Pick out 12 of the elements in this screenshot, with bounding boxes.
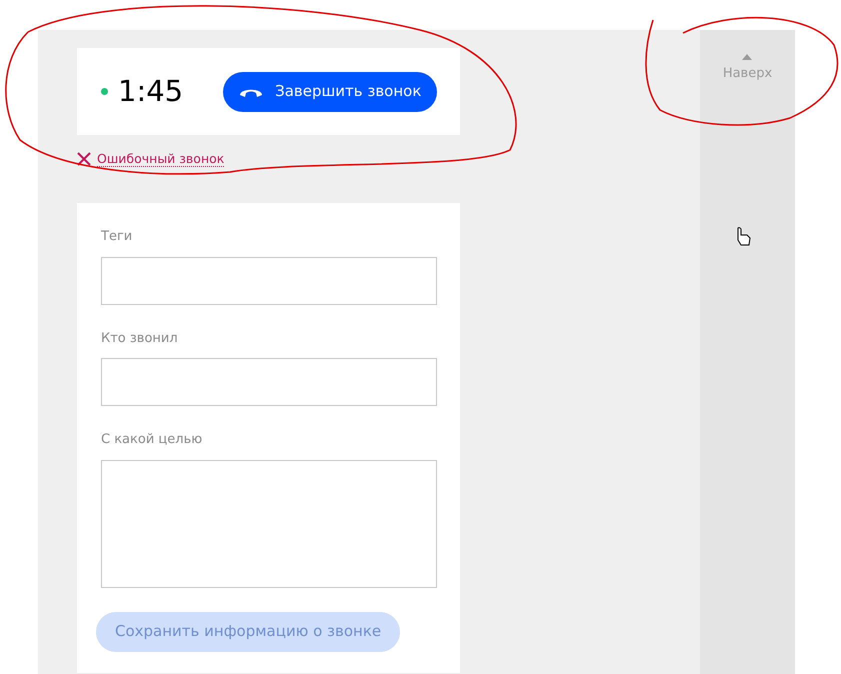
input-field[interactable] <box>101 358 437 406</box>
mistaken-call-link[interactable]: Ошибочный звонок <box>77 151 224 167</box>
call-timer: 1:45 <box>118 72 184 110</box>
close-icon <box>77 152 91 166</box>
input-field[interactable] <box>101 256 437 304</box>
text-area[interactable] <box>101 460 437 588</box>
up-triangle-icon <box>742 54 752 60</box>
field-label: Кто звонил <box>101 330 179 348</box>
end-call-button[interactable]: Завершить звонок <box>223 72 438 112</box>
field-label: С какой целью <box>101 431 204 449</box>
field-label: Теги <box>101 228 134 246</box>
cursor-hand-icon <box>738 227 750 246</box>
